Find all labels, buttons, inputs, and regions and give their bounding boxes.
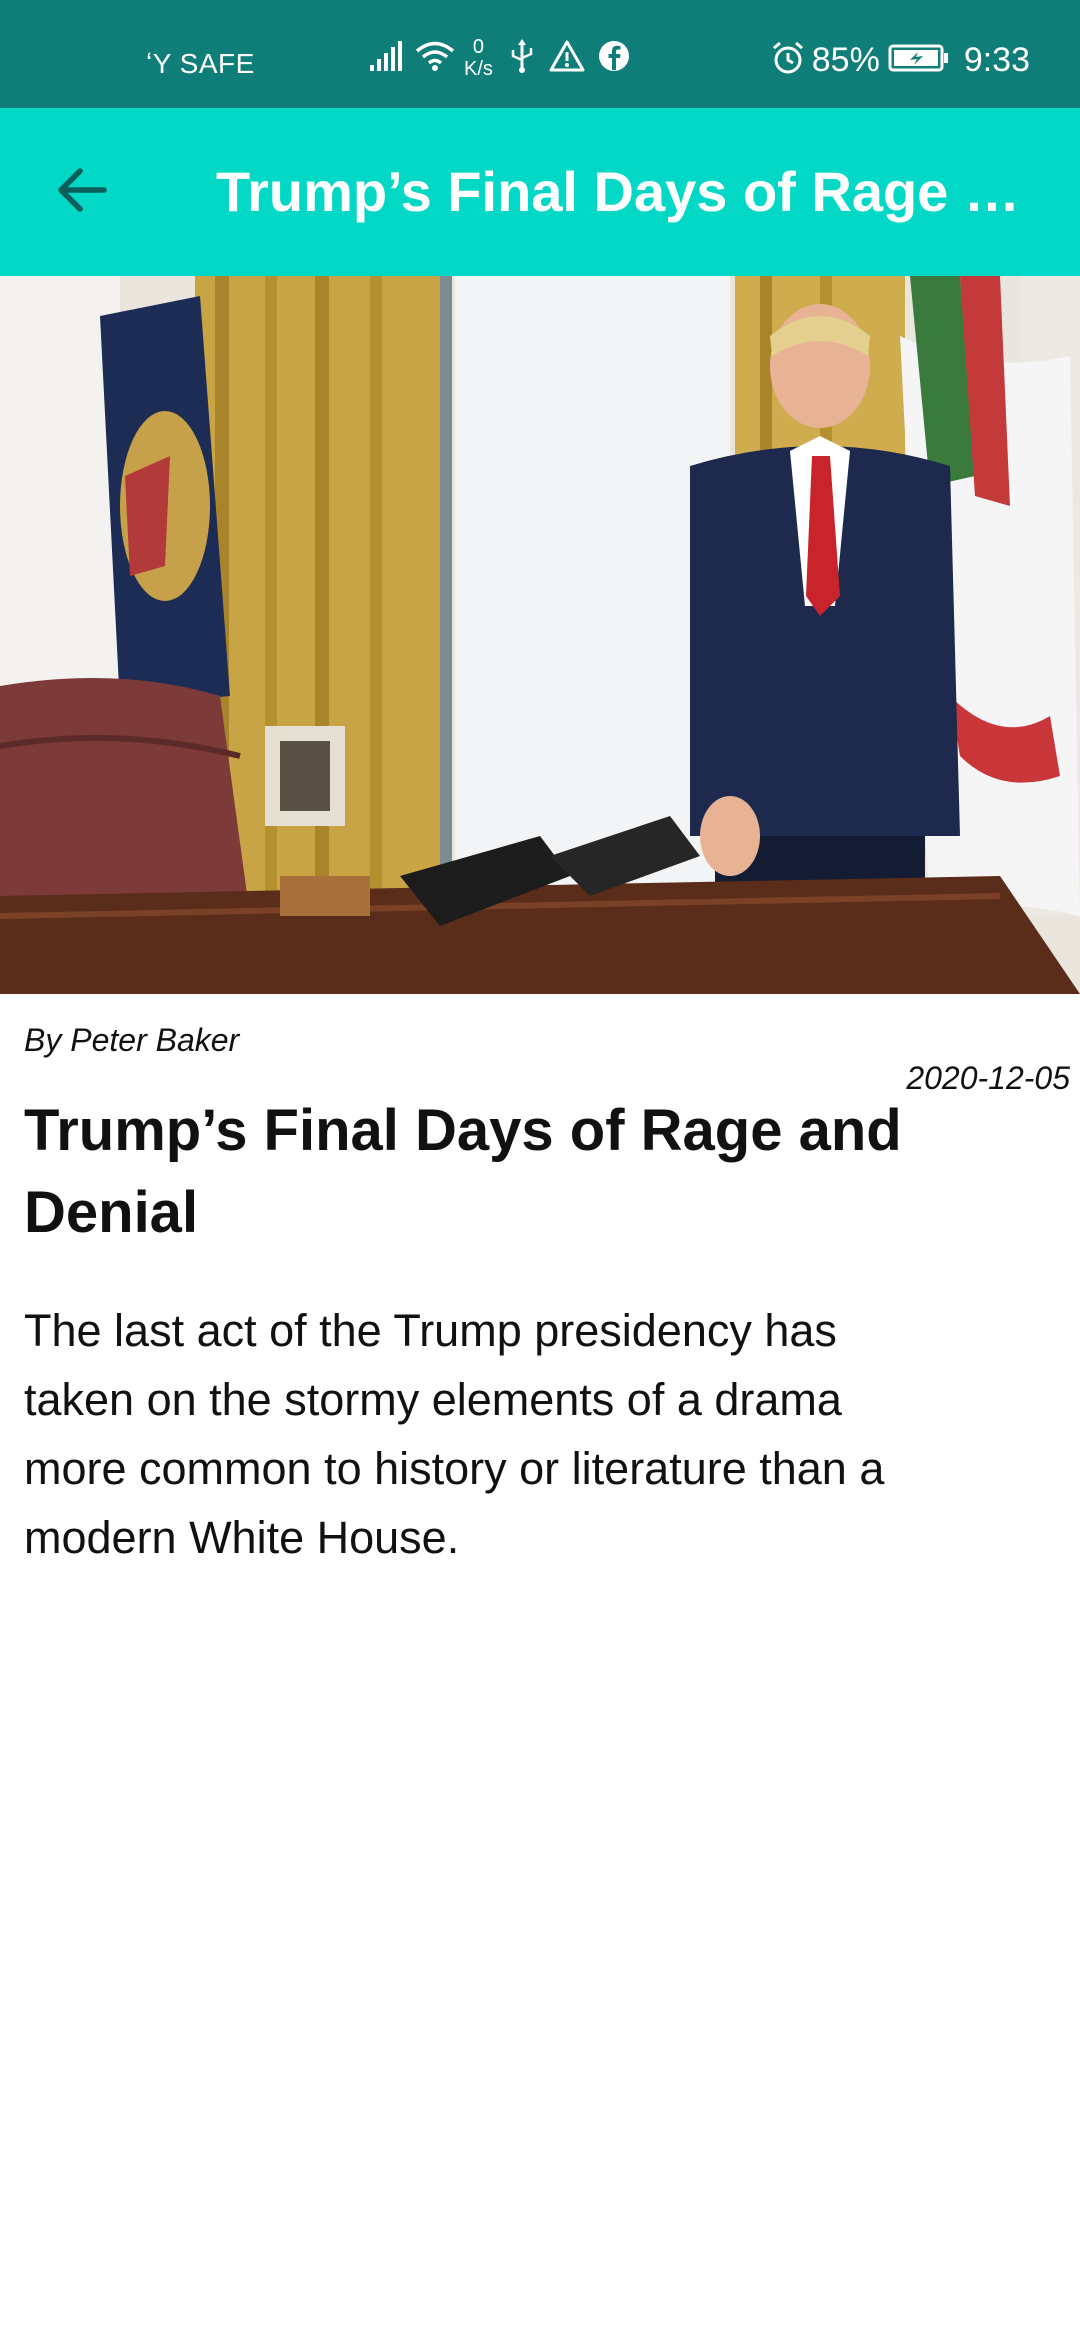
app-bar-title: Trump’s Final Days of Rage a… (216, 160, 1026, 223)
status-icons: 0 K/s (368, 36, 631, 80)
clock: 9:33 (963, 40, 1030, 79)
app-bar: Trump’s Final Days of Rage a… (0, 108, 1080, 276)
hero-illustration (0, 276, 1080, 994)
alarm-icon (770, 40, 806, 81)
signal-icon (368, 39, 404, 78)
article-headline: Trump’s Final Days of Rage and Denial (24, 1098, 902, 1245)
battery-percent: 85% (811, 40, 880, 79)
battery-charging-icon (888, 43, 950, 78)
article-byline: By Peter Baker (24, 1022, 240, 1058)
status-right: 85% 9:33 (770, 40, 1030, 80)
status-bar: ʻY SAFE 0 K/s 85% 9:33 (0, 0, 1080, 108)
arrow-left-icon (54, 162, 110, 223)
speed-value: 0 (472, 36, 485, 58)
wifi-icon (414, 39, 456, 78)
back-button[interactable] (44, 154, 120, 230)
article-hero-image (0, 276, 1080, 994)
warning-icon (549, 39, 585, 78)
article-summary: The last act of the Trump presidency has… (24, 1305, 885, 1563)
facebook-icon (597, 39, 631, 78)
usb-icon (509, 38, 535, 79)
article-date: 2020-12-05 (906, 1060, 1070, 1096)
speed-unit: K/s (464, 58, 493, 80)
network-speed: 0 K/s (464, 36, 493, 80)
carrier-label: ʻY SAFE (146, 48, 255, 79)
